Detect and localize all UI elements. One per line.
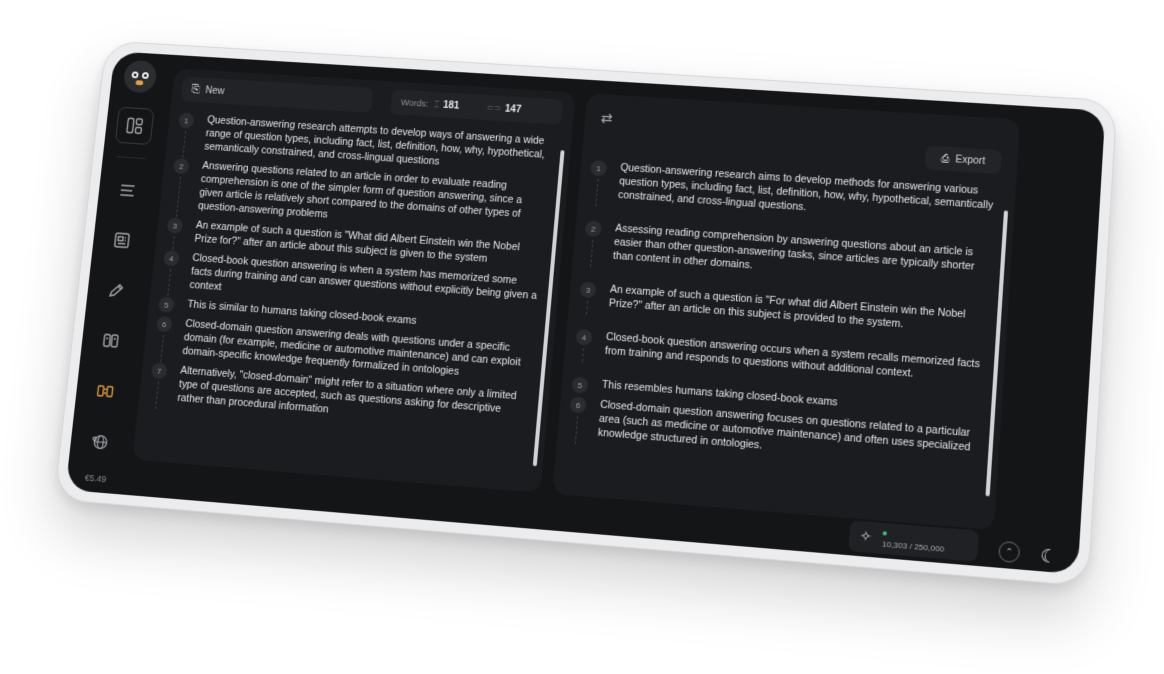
sentence-number: 3 [166,217,184,234]
new-button[interactable]: ⎘ New [180,76,374,113]
dark-mode-toggle[interactable]: ☾ [1040,545,1058,568]
globe-icon [89,432,110,453]
device-frame: €5.49 ⎘ New Words: ⌶ 181 ⊂⊃ 147 1 Questi… [53,40,1118,587]
sentence-number: 1 [590,159,608,177]
sentence-number: 2 [584,220,602,238]
text-stats: Words: ⌶ 181 ⊂⊃ 147 [390,89,564,125]
sentence-text: An example of such a question is "For wh… [608,284,966,331]
output-sentence-list: 1 Question-answering research aims to de… [563,159,997,520]
sidebar-compare-button[interactable] [92,322,130,359]
source-panel: ⎘ New Words: ⌶ 181 ⊂⊃ 147 1 Question-ans… [132,68,576,493]
list-item[interactable]: 4 Closed-book question answering occurs … [574,328,986,387]
avatar-eye-left [131,71,139,79]
sidebar-document-button[interactable] [103,222,141,259]
moon-icon: ☾ [1039,545,1059,568]
new-button-label: New [204,84,225,97]
swap-icon[interactable]: ⇄ [600,110,613,127]
sparkle-icon: ✧ [859,527,873,545]
status-dot [882,531,888,536]
export-button[interactable]: ⎙ Export [924,145,1002,175]
pen-icon [106,280,127,301]
sentence-text: Assessing reading comprehension by answe… [612,223,975,273]
sentence-number: 5 [571,376,589,394]
chevron-up-icon: ⌃ [1004,545,1014,557]
scroll-top-button[interactable]: ⌃ [998,540,1021,564]
sentence-number: 1 [177,112,195,129]
sentence-text: Question-answering research aims to deve… [617,162,994,214]
sentence-number: 6 [569,396,587,414]
dashboard-icon [124,116,145,136]
sentence-number: 5 [157,296,175,314]
new-document-icon: ⎘ [191,83,201,96]
link-icon: ⊂⊃ [486,102,502,113]
export-button-label: Export [955,153,986,167]
compare-icon [100,330,121,351]
sentence-number: 2 [173,158,190,175]
version-label: €5.49 [84,472,107,485]
sentence-number: 3 [579,281,597,299]
translate-icon [95,381,116,402]
quota-value: 10,303 / 250,000 [881,539,945,554]
source-sentence-list: 1 Question-answering research attempts t… [143,112,554,483]
sentence-number: 7 [150,362,168,380]
output-panel: ⇄ ⎙ Export 1 Question-answering research… [552,93,1021,530]
avatar-beak [135,80,144,86]
sentence-text: Closed-book question answering occurs wh… [604,331,981,380]
sidebar-globe-button[interactable] [80,423,118,461]
sidebar-dashboard-button[interactable] [114,106,155,145]
sentence-number: 4 [575,328,593,346]
sentences-count: 147 [504,103,522,115]
words-label: Words: [400,97,429,109]
avatar[interactable] [122,59,158,94]
menu-icon [117,180,138,200]
sidebar-menu-button[interactable] [109,172,147,209]
text-cursor-icon: ⌶ [433,98,440,109]
words-count: 181 [442,99,460,112]
sentence-number: 6 [155,315,173,333]
sidebar-translate-button[interactable] [86,372,124,410]
app-screen: €5.49 ⎘ New Words: ⌶ 181 ⊂⊃ 147 1 Questi… [65,51,1106,575]
list-item[interactable]: 2 Assessing reading comprehension by ans… [583,220,994,290]
sidebar-divider [116,156,146,160]
sidebar-pen-button[interactable] [97,272,135,309]
list-item[interactable]: 3 An example of such a question is "For … [578,281,989,338]
avatar-eye-right [141,72,150,80]
sentence-number: 4 [162,250,180,267]
export-icon: ⎙ [940,152,950,165]
document-icon [111,230,132,251]
